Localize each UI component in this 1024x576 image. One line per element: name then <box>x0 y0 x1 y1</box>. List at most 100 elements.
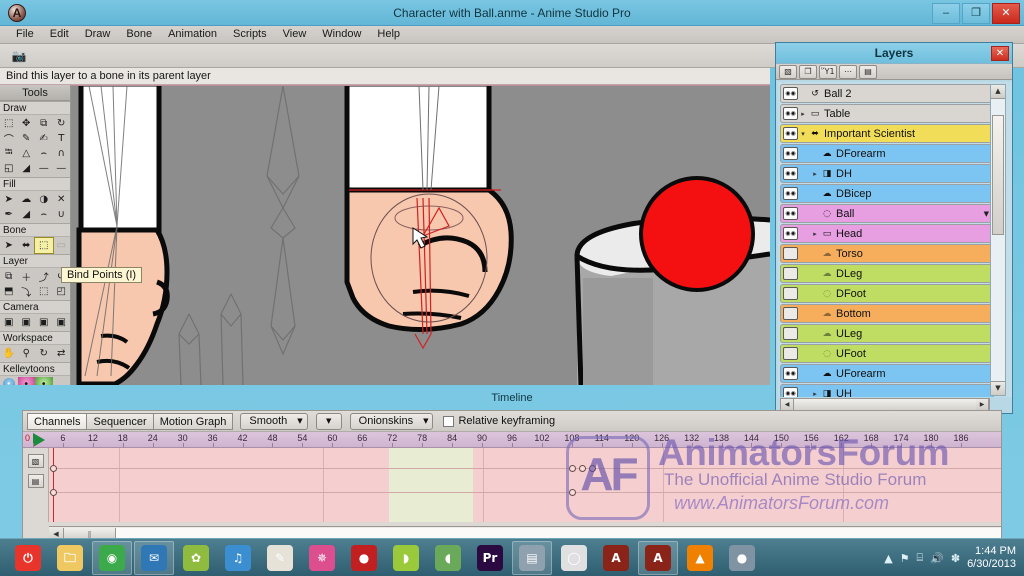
layer-row-table[interactable]: ◉◉ ▸ ▭ Table <box>780 104 994 123</box>
bind-layer-tool[interactable]: ▭ <box>53 238 71 253</box>
timeline-ruler[interactable]: 0 6 12 18 24 30 36 42 48 54 60 66 72 78 84 90 96 102 108 11… <box>23 432 1001 448</box>
turtle-app-button[interactable]: ◖ <box>428 541 468 575</box>
timeline-keyframe-marker[interactable] <box>50 489 57 496</box>
select-shape-tool[interactable]: ➤ <box>0 192 18 207</box>
layer-properties-button[interactable]: ▤ <box>859 64 877 79</box>
layer-row-dleg[interactable]: ☁ DLeg <box>780 264 994 283</box>
layer-row-dbicep[interactable]: ◉◉ ☁ DBicep <box>780 184 994 203</box>
timeline-tab-motion-graph[interactable]: Motion Graph <box>152 412 234 430</box>
line-width-tool[interactable]: ◢ <box>18 207 36 222</box>
menu-item-help[interactable]: Help <box>369 26 408 43</box>
noise-tool[interactable]: ◱ <box>0 161 18 176</box>
layer-expand-arrow-icon[interactable]: ▼ <box>984 210 989 218</box>
antivirus-icon[interactable]: ✽ <box>951 552 960 565</box>
layer-row-uforearm[interactable]: ◉◉ ☁ UForearm <box>780 364 994 383</box>
timeline-keyframe-marker[interactable] <box>569 465 576 472</box>
timeline-tab-sequencer[interactable]: Sequencer <box>86 412 154 430</box>
menu-item-animation[interactable]: Animation <box>160 26 225 43</box>
file-explorer-button[interactable]: 🗀 <box>50 541 90 575</box>
show-hidden-icons-icon[interactable]: ▲ <box>884 552 892 565</box>
layer-row-ball-2[interactable]: ◉◉ ↺ Ball 2 <box>780 84 994 103</box>
premiere-pro-button[interactable]: Pr <box>470 541 510 575</box>
anime-studio-pro-button[interactable]: A <box>638 541 678 575</box>
network-icon[interactable]: ⌸ <box>917 551 924 565</box>
roll-camera-tool[interactable]: ▣ <box>35 315 53 330</box>
fruit-app-button[interactable]: ✿ <box>176 541 216 575</box>
blank-tool-1[interactable]: — <box>35 161 53 176</box>
layer-visibility-toggle[interactable]: ◉◉ <box>783 147 798 160</box>
parrot-button[interactable]: ◗ <box>386 541 426 575</box>
menu-item-bone[interactable]: Bone <box>118 26 160 43</box>
screen-recorder-button[interactable]: ● <box>722 541 762 575</box>
layer-row-dh[interactable]: ◉◉ ▸ ◨ DH <box>780 164 994 183</box>
menu-item-view[interactable]: View <box>275 26 315 43</box>
layers-vertical-scrollbar[interactable]: ▲ ▼ <box>990 84 1006 396</box>
set-origin-tool[interactable]: ⬚ <box>35 284 53 299</box>
layers-close-button[interactable]: ✕ <box>991 46 1009 61</box>
shear-layer-tool[interactable]: ⬒ <box>0 284 18 299</box>
layer-twirl-icon[interactable]: ▾ <box>798 130 808 138</box>
kelleytoons-tool-1[interactable]: • <box>2 378 15 385</box>
zoom-workspace-tool[interactable]: ⚲ <box>18 346 36 361</box>
rotate-layer-x-tool[interactable]: ⤴ <box>35 269 53 284</box>
interpolation-dropdown[interactable]: Smooth ▼ <box>240 412 308 430</box>
close-button[interactable]: ✕ <box>992 2 1020 24</box>
shear-points-tool[interactable]: ⭾ <box>0 146 18 161</box>
pan-tilt-camera-tool[interactable]: ▣ <box>53 315 71 330</box>
timeline-channel-button[interactable]: ▤ <box>27 474 44 488</box>
disc-burner-button[interactable]: ◯ <box>554 541 594 575</box>
interpolation-extra-dropdown[interactable]: ▼ <box>315 412 342 430</box>
layer-row-torso[interactable]: ☁ Torso <box>780 244 994 263</box>
duplicate-layer-button[interactable]: ❐ <box>799 64 817 79</box>
ladybug-button[interactable]: ● <box>344 541 384 575</box>
layer-visibility-toggle[interactable]: ◉◉ <box>783 87 798 100</box>
layers-list-scroll-area[interactable]: ◉◉ ↺ Ball 2 ◉◉ ▸ ▭ Table ◉◉ ▾ ⬌ Important Scientis… <box>778 82 1012 397</box>
layer-row-ufoot[interactable]: ◌ UFoot <box>780 344 994 363</box>
menu-item-scripts[interactable]: Scripts <box>225 26 275 43</box>
layer-visibility-toggle[interactable] <box>783 247 798 260</box>
layer-gradient-tool[interactable]: ◰ <box>53 284 71 299</box>
transform-layer-tool[interactable]: ⧉ <box>0 269 18 284</box>
layers-scroll-thumb[interactable] <box>992 115 1004 235</box>
timeline-keyframe-marker[interactable] <box>579 465 586 472</box>
transform-points-tool[interactable]: ✥ <box>18 116 36 131</box>
text-tool[interactable]: T <box>53 131 71 146</box>
layer-visibility-toggle[interactable] <box>783 347 798 360</box>
layer-row-uleg[interactable]: ☁ ULeg <box>780 324 994 343</box>
maximize-button[interactable]: ❐ <box>962 2 990 24</box>
menu-item-edit[interactable]: Edit <box>42 26 77 43</box>
rotate-points-tool[interactable]: ↻ <box>53 116 71 131</box>
layer-visibility-toggle[interactable]: ◉◉ <box>783 107 798 120</box>
layer-settings-button[interactable]: ⋯ <box>839 64 857 79</box>
layers-scroll-up-button[interactable]: ▲ <box>991 85 1005 99</box>
layer-visibility-toggle[interactable]: ◉◉ <box>783 127 798 140</box>
vlc-player-button[interactable]: ▲ <box>680 541 720 575</box>
paint-bucket-tool[interactable]: ◑ <box>35 192 53 207</box>
layer-row-important-scientist[interactable]: ◉◉ ▾ ⬌ Important Scientist <box>780 124 994 143</box>
reset-workspace-tool[interactable]: ⇄ <box>53 346 71 361</box>
taskbar-clock[interactable]: 1:44 PM 6/30/2013 <box>967 545 1016 571</box>
minimize-button[interactable]: – <box>932 2 960 24</box>
layer-row-dfoot[interactable]: ◌ DFoot <box>780 284 994 303</box>
timeline-tracks[interactable]: ▧ ▤ <box>23 448 1001 522</box>
anime-studio-button[interactable]: A <box>596 541 636 575</box>
notepad-button[interactable]: ✎ <box>260 541 300 575</box>
hide-edge-tool[interactable]: ⌢ <box>35 207 53 222</box>
action-flag-icon[interactable]: ⚑ <box>900 552 910 565</box>
menu-item-draw[interactable]: Draw <box>77 26 119 43</box>
curve-profile-tool[interactable]: ∪ <box>53 207 71 222</box>
bind-points-tool[interactable]: ⬚ <box>34 237 54 254</box>
menu-item-window[interactable]: Window <box>314 26 369 43</box>
layer-twirl-icon[interactable]: ▸ <box>810 170 820 178</box>
add-point-tool[interactable]: ✎ <box>18 131 36 146</box>
scatter-brush-tool[interactable]: ◢ <box>18 161 36 176</box>
kelleytoons-tool-2[interactable]: • <box>17 377 35 385</box>
menu-item-file[interactable]: File <box>8 26 42 43</box>
camera-icon[interactable]: 📷 <box>10 47 28 65</box>
timeline-tab-channels[interactable]: Channels <box>27 412 88 430</box>
transform-bone-tool[interactable]: ⬌ <box>18 238 36 253</box>
volume-icon[interactable]: 🔊 <box>930 552 944 565</box>
layer-row-ball[interactable]: ◉◉ ◌ Ball ▼ <box>780 204 994 223</box>
bend-points-tool[interactable]: ⌢ <box>35 146 53 161</box>
canvas-workspace[interactable] <box>71 85 770 385</box>
